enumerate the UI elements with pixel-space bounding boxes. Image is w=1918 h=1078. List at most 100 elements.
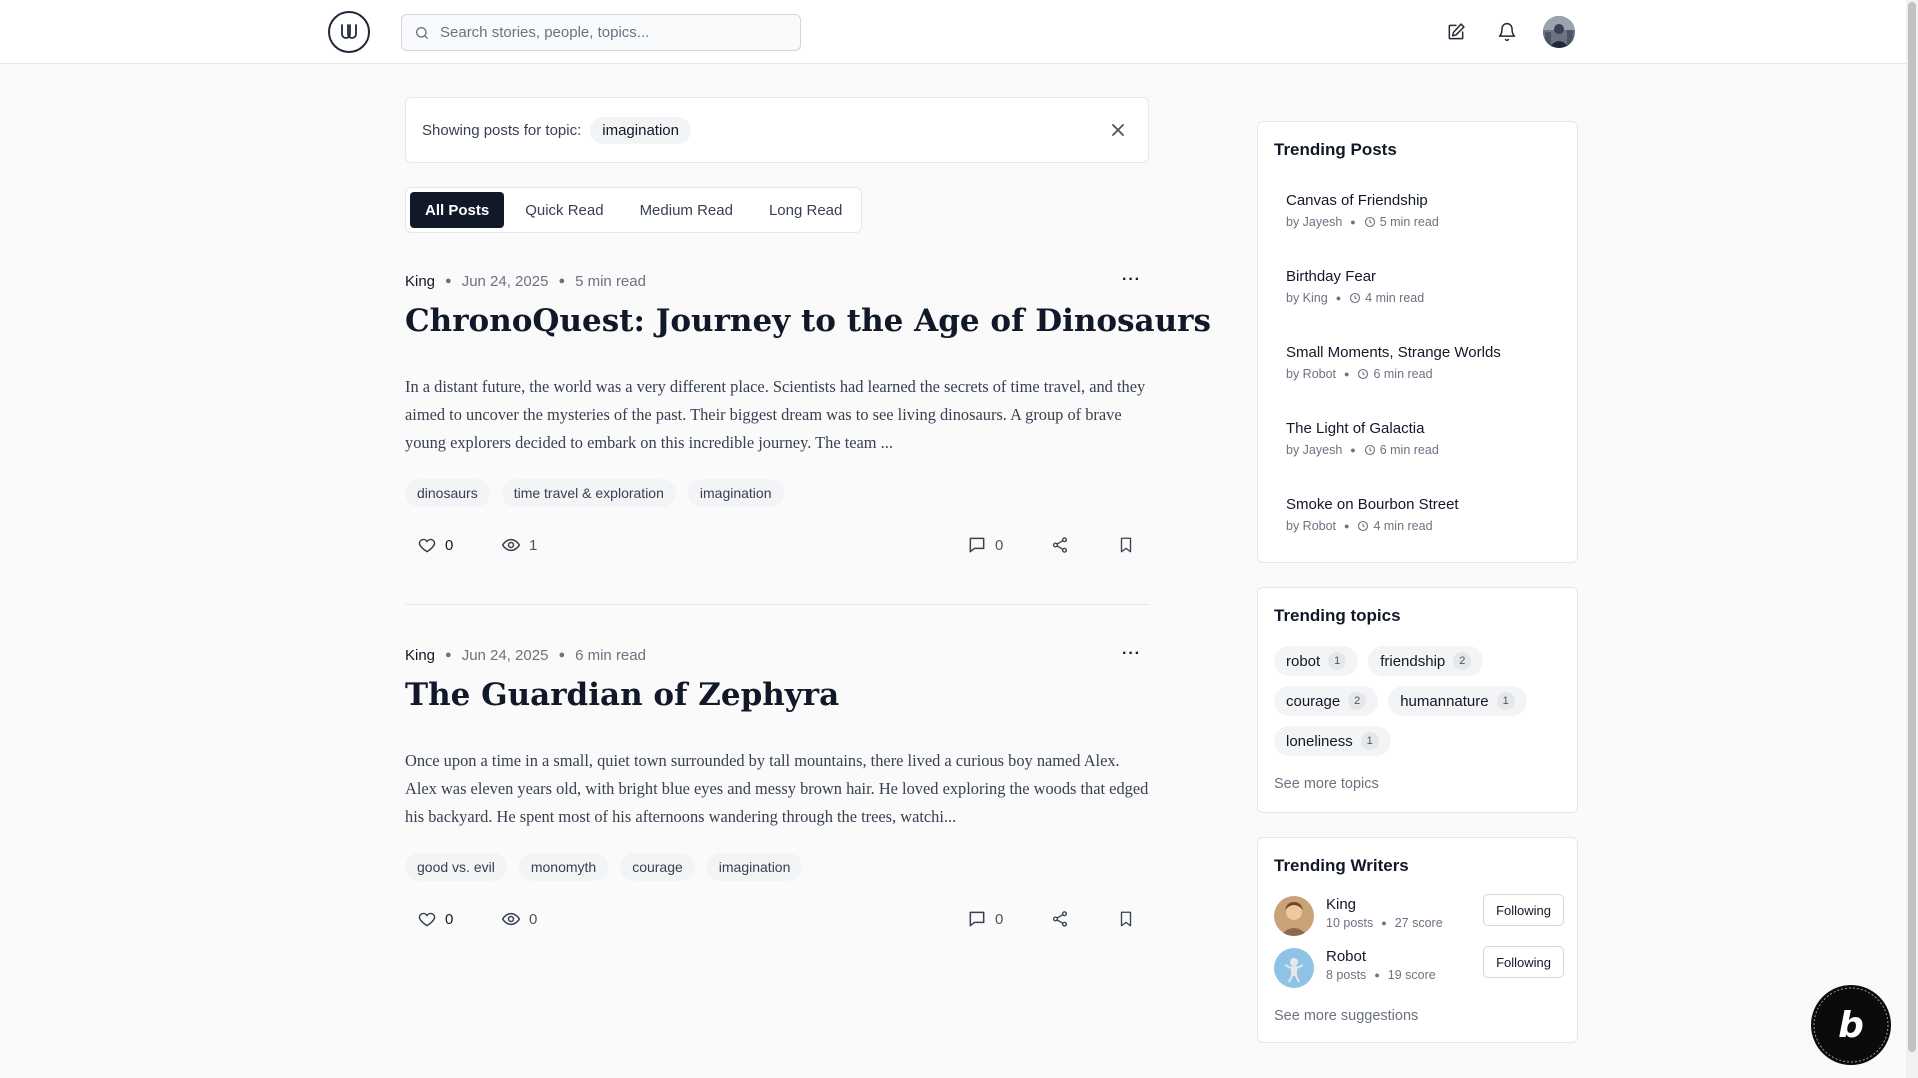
post-author[interactable]: King [405,647,435,664]
search-bar[interactable] [401,14,801,51]
heart-icon [418,538,436,553]
comment-button[interactable]: 0 [967,533,1003,557]
tab-medium-read[interactable]: Medium Read [625,192,748,228]
page-scrollbar[interactable] [1906,0,1918,1078]
more-options-icon[interactable]: ··· [1122,271,1141,289]
trending-post-item[interactable]: Birthday Fear by King ● 4 min read [1286,268,1424,305]
trending-post-read-time: 4 min read [1365,291,1425,305]
close-icon[interactable] [1108,120,1128,140]
comment-button[interactable]: 0 [967,907,1003,931]
post-title[interactable]: ChronoQuest: Journey to the Age of Dinos… [405,303,1211,339]
writer-posts: 8 posts [1326,968,1367,982]
topic-name: loneliness [1286,732,1353,750]
topic-name: humannature [1400,692,1489,710]
post-author[interactable]: King [405,273,435,290]
see-more-topics-link[interactable]: See more topics [1274,776,1379,792]
trending-posts-heading: Trending Posts [1274,140,1397,159]
trending-post-title[interactable]: Smoke on Bourbon Street [1286,496,1459,513]
writer-score: 27 score [1394,916,1443,930]
post-actions: 0 0 0 [405,907,1149,931]
clock-icon [1358,520,1369,532]
bolt-badge-logo[interactable]: b [1811,985,1891,1065]
post-title[interactable]: The Guardian of Zephyra [405,677,839,713]
comment-count: 0 [995,910,1004,928]
trending-post-title[interactable]: Small Moments, Strange Worlds [1286,344,1501,361]
bell-icon[interactable] [1495,20,1519,44]
comment-icon [969,911,985,927]
like-button[interactable]: 0 [417,533,453,557]
writer-avatar[interactable] [1274,896,1314,936]
post-read-time: 6 min read [575,646,646,664]
trending-post-title[interactable]: Birthday Fear [1286,268,1424,285]
bookmark-icon[interactable] [1117,907,1135,931]
topic-chip[interactable]: friendship 2 [1368,646,1484,676]
topic-count: 2 [1348,692,1367,710]
topic-count: 1 [1496,692,1515,710]
eye-icon [501,912,521,926]
post-read-time: 5 min read [575,272,646,290]
post-divider [405,604,1149,605]
share-icon[interactable] [1051,907,1069,931]
logo-icon[interactable] [328,11,370,53]
post-tags: dinosaurs time travel & exploration imag… [405,479,796,507]
trending-writers-card: Trending Writers King 10 posts ● 27 score … [1257,837,1578,1043]
trending-post-item[interactable]: Small Moments, Strange Worlds by Robot ● 6… [1286,344,1501,381]
views-indicator: 0 [501,907,537,931]
bookmark-icon[interactable] [1117,533,1135,557]
writer-avatar[interactable] [1274,948,1314,988]
tab-all-posts[interactable]: All Posts [410,192,505,228]
post-date: Jun 24, 2025 [461,272,549,290]
search-icon [416,26,428,39]
trending-post-item[interactable]: Canvas of Friendship by Jayesh ● 5 min rea… [1286,192,1439,229]
writer-name[interactable]: King [1326,896,1356,913]
svg-text:b: b [1838,1005,1864,1046]
like-button[interactable]: 0 [417,907,453,931]
scrollbar-thumb[interactable] [1908,2,1916,1052]
topic-chip[interactable]: loneliness 1 [1274,726,1391,756]
share-icon[interactable] [1051,533,1069,557]
post-excerpt[interactable]: In a distant future, the world was a ver… [405,373,1149,457]
tab-long-read[interactable]: Long Read [754,192,857,228]
search-input[interactable] [440,24,780,41]
see-more-suggestions-link[interactable]: See more suggestions [1274,1008,1418,1024]
user-avatar[interactable] [1543,16,1575,48]
trending-post-item[interactable]: Smoke on Bourbon Street by Robot ● 4 min r… [1286,496,1459,533]
topic-chip[interactable]: humannature 1 [1388,686,1527,716]
post-excerpt[interactable]: Once upon a time in a small, quiet town … [405,747,1149,831]
trending-post-title[interactable]: Canvas of Friendship [1286,192,1439,209]
trending-post-read-time: 4 min read [1373,519,1433,533]
trending-post-author: by Robot [1286,367,1337,381]
following-button[interactable]: Following [1483,894,1564,926]
heart-icon [418,912,436,927]
post-tag[interactable]: dinosaurs [405,479,490,507]
view-count: 1 [529,536,538,554]
read-length-tabs: All Posts Quick Read Medium Read Long Re… [405,187,863,233]
trending-post-read-time: 5 min read [1379,215,1439,229]
post-tag[interactable]: time travel & exploration [501,479,676,507]
trending-post-title[interactable]: The Light of Galactia [1286,420,1439,437]
topic-name: robot [1286,652,1321,670]
writer-posts: 10 posts [1326,916,1374,930]
post-tag[interactable]: courage [620,853,695,881]
clock-icon [1350,292,1361,304]
writer-item: Robot 8 posts ● 19 score Following [1274,946,1564,990]
views-indicator: 1 [501,533,537,557]
tab-quick-read[interactable]: Quick Read [510,192,618,228]
trending-topics-card: Trending topics robot 1 friendship 2 coura… [1257,587,1578,813]
trending-post-author: by Jayesh [1286,443,1343,457]
write-post-icon[interactable] [1444,20,1468,44]
post-tag[interactable]: monomyth [518,853,609,881]
topic-chip[interactable]: courage 2 [1274,686,1379,716]
post-tag[interactable]: good vs. evil [405,853,507,881]
topic-chip[interactable]: robot 1 [1274,646,1359,676]
post-tag[interactable]: imagination [706,853,803,881]
writer-name[interactable]: Robot [1326,948,1366,965]
post-card: King ● Jun 24, 2025 ● 5 min read ··· Chr… [405,271,1211,571]
trending-post-author: by King [1286,291,1328,305]
following-button[interactable]: Following [1483,946,1564,978]
post-tag[interactable]: imagination [687,479,784,507]
trending-post-item[interactable]: The Light of Galactia by Jayesh ● 6 min re… [1286,420,1439,457]
clock-icon [1358,368,1369,380]
more-options-icon[interactable]: ··· [1122,645,1141,663]
trending-post-read-time: 6 min read [1379,443,1439,457]
